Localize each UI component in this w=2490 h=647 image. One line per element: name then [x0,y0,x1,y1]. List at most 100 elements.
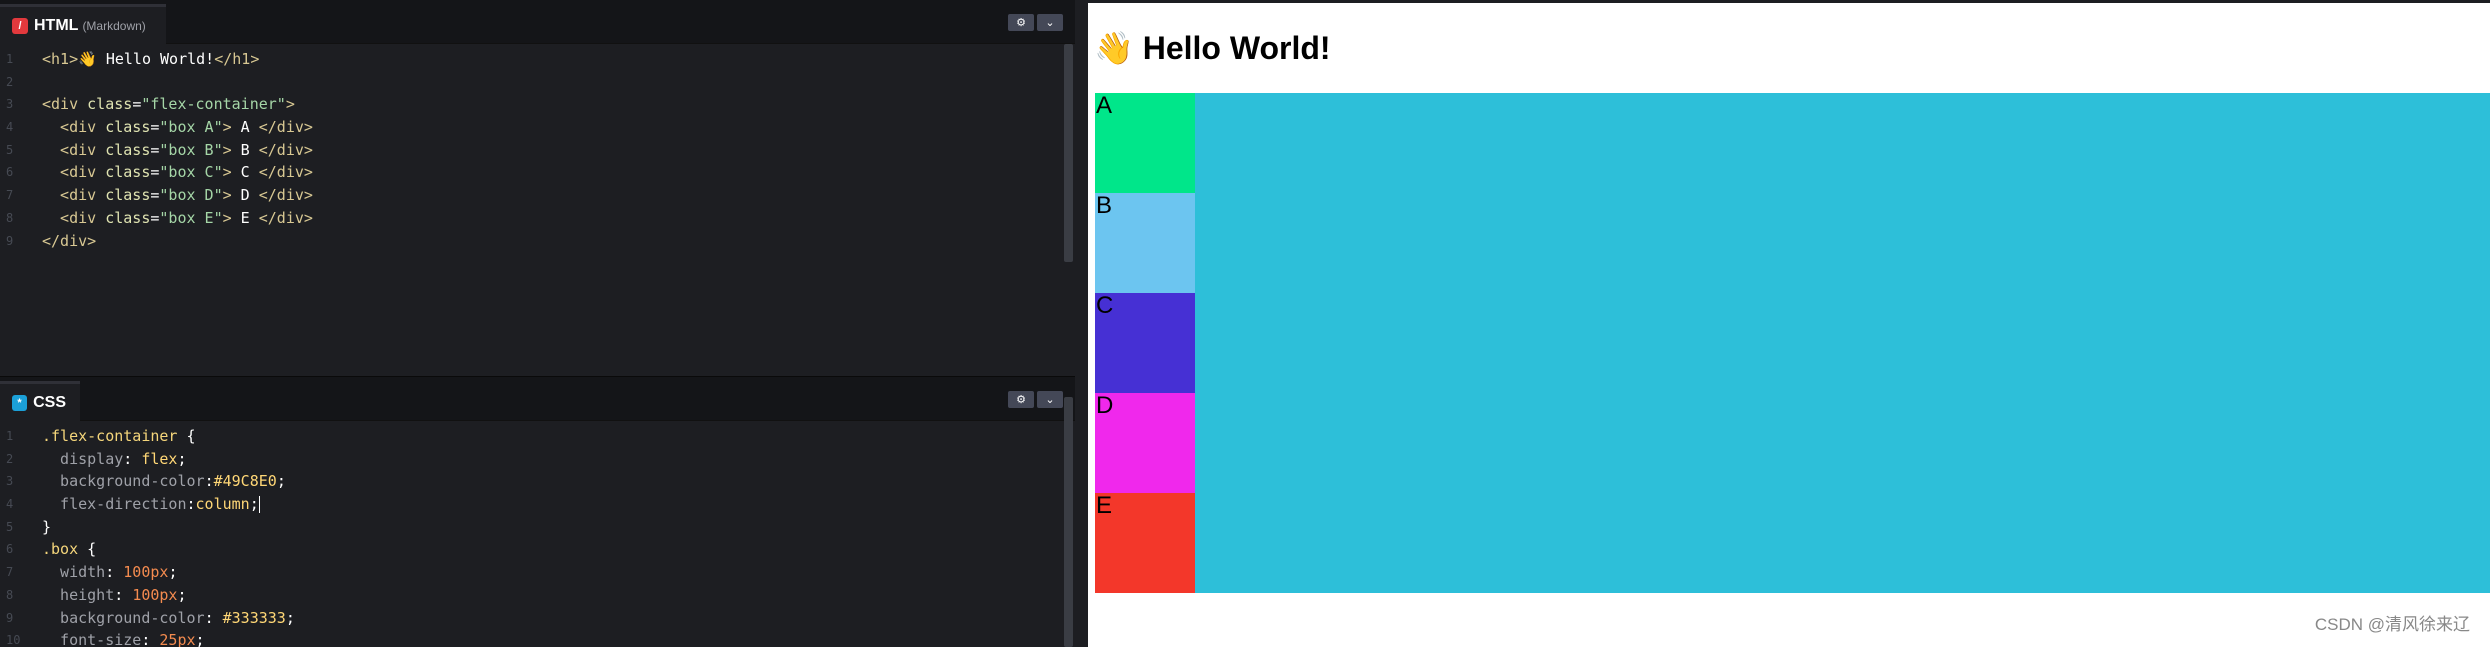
code-line[interactable]: 9 background-color: #333333; [0,607,1060,630]
code-token: width [42,563,106,582]
code-token: 25px [159,631,196,647]
code-token: <div [42,118,106,137]
box-b: B [1095,192,1195,293]
code-line[interactable]: 7 width: 100px; [0,561,1060,584]
code-token: ; [168,563,178,582]
code-token: class [105,140,151,159]
code-line[interactable]: 4 flex-direction:column; [0,493,1060,516]
code-line[interactable]: 8 height: 100px; [0,584,1060,607]
code-line[interactable]: 5 <div class="box B"> B </div> [0,139,1060,162]
code-token: > [222,118,232,137]
editors-column: / HTML (Markdown) ⚙ ⌄ 1 <h1>👋 Hello World… [0,0,1075,647]
code-text: <div class="flex-container"> [42,93,295,116]
collapse-chevron-icon[interactable]: ⌄ [1037,391,1063,408]
code-line[interactable]: 4 <div class="box A"> A </div> [0,116,1060,139]
code-token: height [42,585,115,604]
code-token: "box C" [159,163,223,182]
code-token: <div [42,140,106,159]
code-line[interactable]: 7 <div class="box D"> D </div> [0,184,1060,207]
code-line[interactable]: 10 font-size: 25px; [0,629,1060,647]
code-token: E [231,208,259,227]
code-token: { [186,427,196,445]
code-text: display: flex; [42,448,187,471]
html-editor-scrollbar[interactable] [1064,44,1073,262]
code-line[interactable]: 2 [0,71,1060,94]
tab-css[interactable]: * CSS [0,381,80,421]
code-token: column [195,495,250,514]
code-line[interactable]: 9 </div> [0,230,1060,253]
tab-html[interactable]: / HTML (Markdown) [0,4,166,44]
code-token: > [222,208,232,227]
code-token: : [186,495,196,514]
html-code-area[interactable]: 1 <h1>👋 Hello World!</h1> 2 3 <div class="fl… [0,48,1060,252]
code-line[interactable]: 6 <div class="box C"> C </div> [0,161,1060,184]
code-token: 100px [123,563,169,582]
code-token: ; [195,631,205,647]
collapse-chevron-icon[interactable]: ⌄ [1037,14,1063,31]
code-token: : [204,608,223,627]
line-number: 3 [6,97,14,112]
line-number: 9 [6,610,14,625]
code-token: ; [276,472,286,491]
code-token: ; [177,585,187,604]
code-token: class [105,163,151,182]
html-editor: / HTML (Markdown) ⚙ ⌄ 1 <h1>👋 Hello World… [0,0,1075,377]
settings-gear-icon[interactable]: ⚙ [1008,391,1034,408]
code-token: : [141,631,160,647]
settings-gear-icon[interactable]: ⚙ [1008,14,1034,31]
code-token: .box [42,540,88,559]
code-text: .box { [42,538,96,561]
code-line[interactable]: 3 <div class="flex-container"> [0,93,1060,116]
css-editor: * CSS ⚙ ⌄ 1 .flex-container {2 display: f… [0,377,1075,647]
code-text: background-color: #333333; [42,607,295,630]
line-number: 7 [6,565,14,580]
code-token: > [222,163,232,182]
code-token: class [87,95,133,114]
code-text: <h1>👋 Hello World!</h1> [42,48,259,71]
line-number: 6 [6,542,14,557]
code-text: <div class="box C"> C </div> [42,161,313,184]
watermark: CSDN @清风徐来辽 [2314,615,2470,634]
html-editor-header: / HTML (Markdown) ⚙ ⌄ [0,0,1075,44]
code-token: .flex-container [42,427,187,445]
code-token: </div> [258,208,313,227]
code-text: </div> [42,230,96,253]
code-token: </div> [258,163,313,182]
css-editor-buttons: ⚙ ⌄ [1008,391,1063,408]
code-text: <div class="box E"> E </div> [42,207,313,230]
css-editor-scrollbar[interactable] [1064,397,1073,647]
line-number: 1 [6,429,14,443]
code-line[interactable]: 8 <div class="box E"> E </div> [0,207,1060,230]
code-token: > [222,140,232,159]
code-text: <div class="box A"> A </div> [42,116,313,139]
line-number: 8 [6,587,14,602]
code-token: </h1> [214,50,260,68]
code-token: <div [42,163,106,182]
code-token: </div> [258,140,313,159]
code-token: "flex-container" [141,95,286,114]
code-token: class [105,186,151,205]
code-token: font-size [42,631,142,647]
code-token: ; [249,495,259,514]
css-tab-title: CSS [33,393,66,411]
line-number: 2 [6,451,14,466]
code-line[interactable]: 1 <h1>👋 Hello World!</h1> [0,48,1060,71]
code-token: ; [177,449,187,468]
code-token: class [105,118,151,137]
css-code-area[interactable]: 1 .flex-container {2 display: flex; 3 back… [0,425,1060,647]
html-icon: / [12,17,28,34]
code-line[interactable]: 5} [0,516,1060,539]
code-line[interactable]: 3 background-color:#49C8E0; [0,470,1060,493]
code-token: A [231,118,259,137]
line-number: 9 [6,233,14,248]
code-line[interactable]: 6 .box { [0,538,1060,561]
code-line[interactable]: 2 display: flex; [0,448,1060,471]
html-editor-buttons: ⚙ ⌄ [1008,14,1063,31]
code-text: background-color:#49C8E0; [42,470,286,493]
line-number: 2 [6,74,14,89]
line-number: 4 [6,497,14,512]
code-token: > [285,95,295,114]
code-token: display [42,449,124,468]
code-token: D [231,186,259,205]
code-line[interactable]: 1 .flex-container { [0,425,1060,448]
